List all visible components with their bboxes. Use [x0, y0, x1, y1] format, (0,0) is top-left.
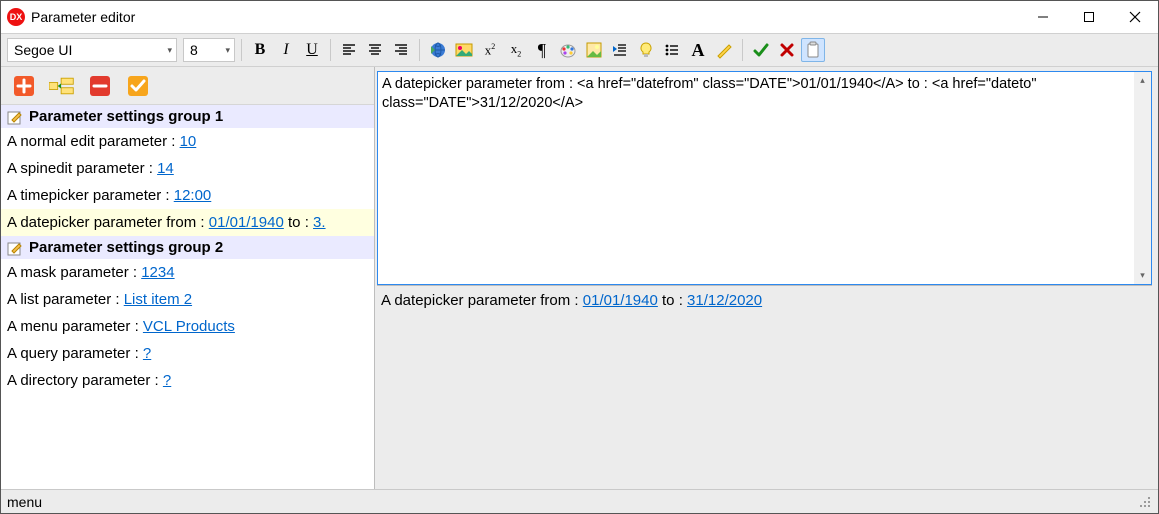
underline-button[interactable]: U — [300, 38, 324, 62]
window: DX Parameter editor Segoe UI ▾ 8 ▾ B I — [0, 0, 1159, 514]
clipboard-button[interactable] — [801, 38, 825, 62]
edit-icon — [7, 240, 23, 256]
pilcrow-button[interactable]: ¶ — [530, 38, 554, 62]
param-row[interactable]: A directory parameter : ? — [1, 367, 374, 394]
param-row[interactable]: A menu parameter : VCL Products — [1, 313, 374, 340]
maximize-button[interactable] — [1066, 1, 1112, 33]
param-row-selected[interactable]: A datepicker parameter from : 01/01/1940… — [1, 209, 374, 236]
font-size-value: 8 — [190, 42, 198, 58]
accept-button[interactable] — [749, 38, 773, 62]
param-row[interactable]: A query parameter : ? — [1, 340, 374, 367]
format-toolbar: Segoe UI ▾ 8 ▾ B I U x2 x2 ¶ — [1, 33, 1158, 67]
scroll-up-icon[interactable]: ▴ — [1134, 72, 1151, 89]
indent-button[interactable] — [608, 38, 632, 62]
image-button[interactable] — [452, 38, 476, 62]
toolbar-separator — [241, 39, 242, 61]
param-row[interactable]: A normal edit parameter : 10 — [1, 128, 374, 155]
status-text: menu — [7, 494, 42, 510]
minimize-button[interactable] — [1020, 1, 1066, 33]
param-value-link[interactable]: 3. — [313, 214, 326, 231]
param-value-link[interactable]: ? — [163, 372, 171, 389]
param-value-link[interactable]: 01/01/1940 — [209, 214, 284, 231]
titlebar-left: DX Parameter editor — [1, 8, 135, 26]
background-color-button[interactable] — [582, 38, 606, 62]
param-value-link[interactable]: VCL Products — [143, 318, 235, 335]
param-row[interactable]: A spinedit parameter : 14 — [1, 155, 374, 182]
insert-button[interactable] — [49, 73, 75, 99]
param-row[interactable]: A timepicker parameter : 12:00 — [1, 182, 374, 209]
right-panel: A datepicker parameter from : <a href="d… — [375, 67, 1158, 489]
param-value-link[interactable]: List item 2 — [124, 291, 192, 308]
color-button[interactable] — [556, 38, 580, 62]
highlighter-button[interactable] — [712, 38, 736, 62]
hint-button[interactable] — [634, 38, 658, 62]
preview-link[interactable]: 31/12/2020 — [687, 292, 762, 309]
group-header[interactable]: Parameter settings group 2 — [1, 236, 374, 259]
preview-pane: A datepicker parameter from : 01/01/1940… — [377, 285, 1152, 489]
edit-icon — [7, 109, 23, 125]
add-button[interactable] — [11, 73, 37, 99]
align-left-button[interactable] — [337, 38, 361, 62]
hyperlink-button[interactable] — [426, 38, 450, 62]
bold-button[interactable]: B — [248, 38, 272, 62]
content-area: Parameter settings group 1 A normal edit… — [1, 67, 1158, 489]
param-row[interactable]: A list parameter : List item 2 — [1, 286, 374, 313]
left-panel: Parameter settings group 1 A normal edit… — [1, 67, 375, 489]
align-center-button[interactable] — [363, 38, 387, 62]
vertical-scrollbar[interactable]: ▴ ▾ — [1134, 72, 1151, 284]
toolbar-separator — [742, 39, 743, 61]
font-button[interactable]: A — [686, 38, 710, 62]
window-title: Parameter editor — [31, 9, 135, 25]
resize-grip-icon[interactable] — [1138, 495, 1152, 509]
parameter-tree[interactable]: Parameter settings group 1 A normal edit… — [1, 105, 374, 489]
preview-text: A datepicker parameter from : — [381, 292, 583, 309]
titlebar: DX Parameter editor — [1, 1, 1158, 33]
superscript-button[interactable]: x2 — [478, 38, 502, 62]
list-button[interactable] — [660, 38, 684, 62]
preview-text: to : — [658, 292, 687, 309]
window-controls — [1020, 1, 1158, 33]
font-name-value: Segoe UI — [14, 42, 72, 58]
param-value-link[interactable]: 10 — [180, 133, 197, 150]
font-name-select[interactable]: Segoe UI ▾ — [7, 38, 177, 62]
param-value-link[interactable]: 1234 — [141, 264, 174, 281]
app-icon: DX — [7, 8, 25, 26]
group-header[interactable]: Parameter settings group 1 — [1, 105, 374, 128]
statusbar: menu — [1, 489, 1158, 513]
toolbar-separator — [419, 39, 420, 61]
param-value-link[interactable]: 12:00 — [174, 187, 212, 204]
group-title: Parameter settings group 1 — [29, 108, 223, 125]
chevron-down-icon: ▾ — [167, 45, 172, 56]
editor-text[interactable]: A datepicker parameter from : <a href="d… — [378, 72, 1151, 116]
font-size-select[interactable]: 8 ▾ — [183, 38, 235, 62]
editor-box[interactable]: A datepicker parameter from : <a href="d… — [377, 71, 1152, 285]
align-right-button[interactable] — [389, 38, 413, 62]
apply-button[interactable] — [125, 73, 151, 99]
reject-button[interactable] — [775, 38, 799, 62]
chevron-down-icon: ▾ — [225, 45, 230, 56]
close-button[interactable] — [1112, 1, 1158, 33]
scroll-down-icon[interactable]: ▾ — [1134, 267, 1151, 284]
param-value-link[interactable]: 14 — [157, 160, 174, 177]
param-row[interactable]: A mask parameter : 1234 — [1, 259, 374, 286]
preview-link[interactable]: 01/01/1940 — [583, 292, 658, 309]
toolbar-separator — [330, 39, 331, 61]
italic-button[interactable]: I — [274, 38, 298, 62]
remove-button[interactable] — [87, 73, 113, 99]
param-value-link[interactable]: ? — [143, 345, 151, 362]
subscript-button[interactable]: x2 — [504, 38, 528, 62]
group-title: Parameter settings group 2 — [29, 239, 223, 256]
left-toolbar — [1, 67, 374, 105]
